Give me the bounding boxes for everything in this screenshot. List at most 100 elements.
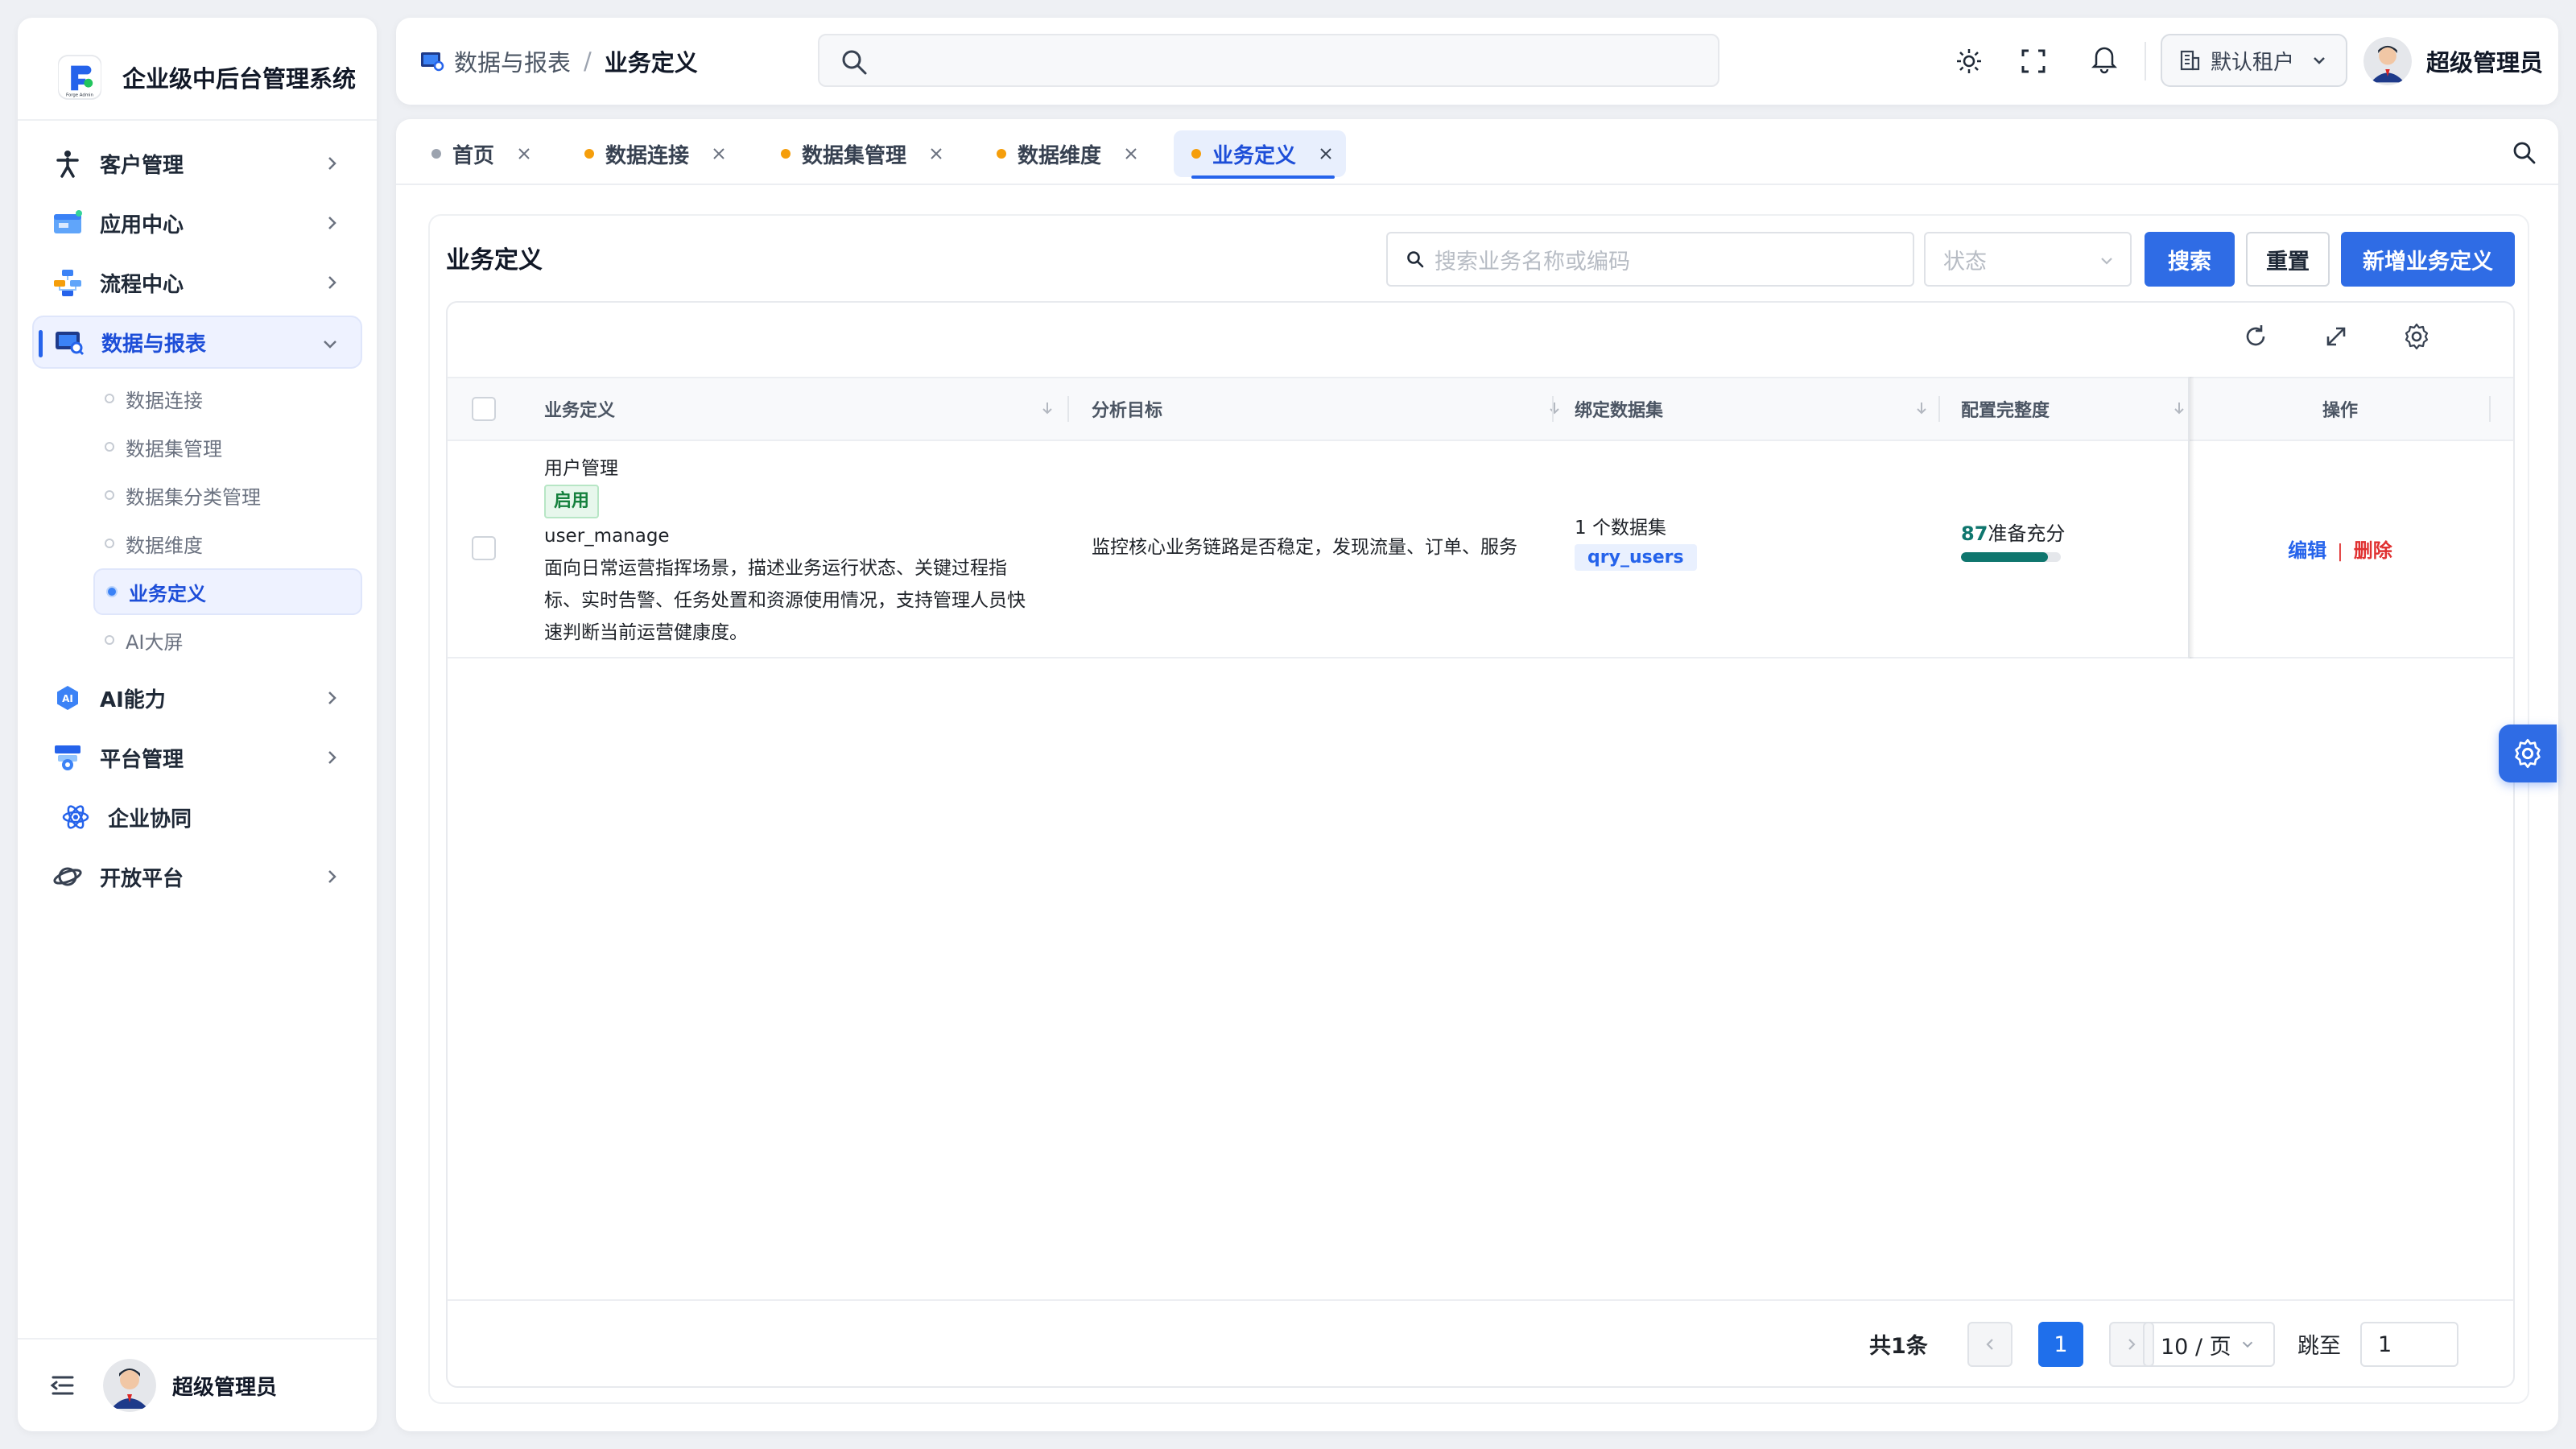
fullscreen-icon[interactable] xyxy=(2019,47,2048,76)
reset-button[interactable]: 重置 xyxy=(2246,232,2330,287)
sidebar-item-customer[interactable]: 客户管理 xyxy=(32,137,362,190)
sidebar-item-data-report[interactable]: 数据与报表 xyxy=(32,316,362,369)
sidebar-subitem-ai-screen[interactable]: AI大屏 xyxy=(93,617,362,663)
sidebar-footer: 超级管理员 xyxy=(18,1338,377,1431)
pagination-total: 共1条 xyxy=(1869,1334,1928,1359)
page-size-select[interactable]: 10 / 页 xyxy=(2143,1322,2275,1367)
tenant-label: 默认租户 xyxy=(2211,50,2295,75)
sidebar-subitem-data-dimension[interactable]: 数据维度 xyxy=(93,520,362,567)
breadcrumb-current: 业务定义 xyxy=(604,49,698,76)
close-icon[interactable] xyxy=(1317,145,1335,163)
sidebar-subitem-label: 数据集管理 xyxy=(126,437,222,460)
brand[interactable]: Forge Admin 企业级中后台管理系统 xyxy=(39,39,356,116)
tab-home[interactable]: 首页 xyxy=(414,130,544,177)
sidebar-item-flow-center[interactable]: 流程中心 xyxy=(32,256,362,309)
divider xyxy=(2145,42,2146,80)
sidebar-subitem-label: 数据维度 xyxy=(126,534,203,557)
svg-text:Forge Admin: Forge Admin xyxy=(66,93,93,97)
content-card: 业务定义 搜索业务名称或编码 状态 搜索 重置 新增业务定义 业务定义 分析目标… xyxy=(428,214,2529,1404)
sidebar-subitem-business-definition[interactable]: 业务定义 xyxy=(93,568,362,615)
close-icon[interactable] xyxy=(710,145,728,163)
column-header[interactable]: 绑定数据集 xyxy=(1575,378,1942,440)
delete-link[interactable]: 删除 xyxy=(2354,539,2392,562)
sidebar-item-ai-capability[interactable]: AI AI能力 xyxy=(32,671,362,724)
status-select[interactable]: 状态 xyxy=(1924,232,2132,287)
tab-dot xyxy=(781,149,791,159)
tenant-select[interactable]: 默认租户 xyxy=(2161,34,2347,87)
close-icon[interactable] xyxy=(1122,145,1140,163)
settings-floating-button[interactable] xyxy=(2499,724,2557,782)
tab-label: 数据连接 xyxy=(605,143,690,168)
sidebar-subitem-dataset-category[interactable]: 数据集分类管理 xyxy=(93,472,362,518)
data-report-icon xyxy=(421,52,444,72)
page-title: 业务定义 xyxy=(446,246,543,275)
search-icon[interactable] xyxy=(2512,140,2537,166)
tab-data-dimension[interactable]: 数据维度 xyxy=(979,130,1151,177)
refresh-icon[interactable] xyxy=(2241,322,2270,351)
close-icon[interactable] xyxy=(927,145,945,163)
edit-link[interactable]: 编辑 xyxy=(2288,539,2326,562)
tab-dataset-management[interactable]: 数据集管理 xyxy=(763,130,956,177)
chevron-down-icon xyxy=(2242,1341,2252,1348)
action-separator: | xyxy=(2337,542,2343,562)
column-label: 业务定义 xyxy=(544,401,616,421)
column-header[interactable]: 配置完整度 xyxy=(1961,378,2199,440)
planet-icon xyxy=(50,859,85,894)
sidebar: Forge Admin 企业级中后台管理系统 客户管理 应用中心 流程中心 数据… xyxy=(18,18,377,1431)
tab-business-definition[interactable]: 业务定义 xyxy=(1174,130,1347,179)
close-icon[interactable] xyxy=(515,145,533,163)
main-panel: 首页 数据连接 数据集管理 数据维度 业务定义 业务定义 搜索业务名称或编码 状… xyxy=(396,119,2558,1431)
global-search-input[interactable] xyxy=(818,34,1719,87)
sidebar-item-app-center[interactable]: 应用中心 xyxy=(32,196,362,250)
bullet-icon xyxy=(105,539,114,548)
sidebar-item-open-platform[interactable]: 开放平台 xyxy=(32,850,362,903)
row-checkbox[interactable] xyxy=(472,536,496,560)
data-table: 业务定义 分析目标 绑定数据集 配置完整度 操作 用户管理 启用 user_ma… xyxy=(446,301,2515,1388)
sort-down-icon xyxy=(1042,402,1052,415)
gear-icon[interactable] xyxy=(2402,322,2431,351)
user-menu[interactable]: 超级管理员 xyxy=(2363,18,2543,105)
chevron-right-icon xyxy=(328,691,336,704)
data-report-icon xyxy=(52,324,87,360)
bullet-icon xyxy=(105,490,114,500)
search-icon xyxy=(842,50,867,75)
column-header[interactable]: 业务定义 xyxy=(544,378,1067,440)
sidebar-item-label: 数据与报表 xyxy=(101,332,207,357)
dataset-tag[interactable]: qry_users xyxy=(1575,544,1697,571)
avatar[interactable] xyxy=(103,1359,156,1412)
select-all-checkbox[interactable] xyxy=(472,397,496,421)
column-label: 绑定数据集 xyxy=(1575,401,1664,421)
sun-theme-icon[interactable] xyxy=(1955,47,1984,76)
column-label: 分析目标 xyxy=(1092,401,1163,421)
select-all-cell xyxy=(472,378,504,440)
sidebar-subitem-data-connection[interactable]: 数据连接 xyxy=(93,375,362,422)
chevron-down-icon xyxy=(2314,57,2325,64)
pagination: 共1条 1 10 / 页 跳至 1 xyxy=(448,1299,2513,1386)
bullet-icon xyxy=(105,635,114,645)
add-business-definition-button[interactable]: 新增业务定义 xyxy=(2341,232,2515,287)
table-row[interactable]: 用户管理 启用 user_manage 面向日常运营指挥场景，描述业务运行状态、… xyxy=(448,441,2513,658)
tab-label: 首页 xyxy=(452,143,495,168)
sidebar-subitem-label: 数据连接 xyxy=(126,389,203,412)
chevron-left-icon xyxy=(1986,1339,1993,1350)
keyword-search-input[interactable]: 搜索业务名称或编码 xyxy=(1386,232,1914,287)
fixed-column-shadow xyxy=(2190,377,2194,658)
expand-icon[interactable] xyxy=(2322,322,2351,351)
analysis-goal: 监控核心业务链路是否稳定，发现流量、订单、服务 xyxy=(1092,537,1517,558)
tab-data-connection[interactable]: 数据连接 xyxy=(567,130,739,177)
header-username: 超级管理员 xyxy=(2426,49,2544,76)
search-button[interactable]: 搜索 xyxy=(2145,232,2235,287)
jump-page-input[interactable]: 1 xyxy=(2360,1322,2458,1367)
column-header[interactable]: 分析目标 xyxy=(1092,378,1575,440)
sidebar-subitem-dataset-management[interactable]: 数据集管理 xyxy=(93,423,362,470)
prev-page-button[interactable] xyxy=(1967,1322,2013,1367)
chevron-down-icon xyxy=(2101,258,2112,265)
sidebar-username: 超级管理员 xyxy=(172,1375,278,1400)
page-number-button[interactable]: 1 xyxy=(2038,1322,2083,1367)
avatar xyxy=(2363,37,2412,85)
sidebar-item-enterprise-collab[interactable]: 企业协同 xyxy=(32,791,362,844)
bell-icon[interactable] xyxy=(2088,42,2120,74)
breadcrumb-parent[interactable]: 数据与报表 xyxy=(454,44,571,78)
sidebar-item-platform-management[interactable]: 平台管理 xyxy=(32,731,362,784)
collapse-menu-icon[interactable] xyxy=(47,1369,79,1402)
